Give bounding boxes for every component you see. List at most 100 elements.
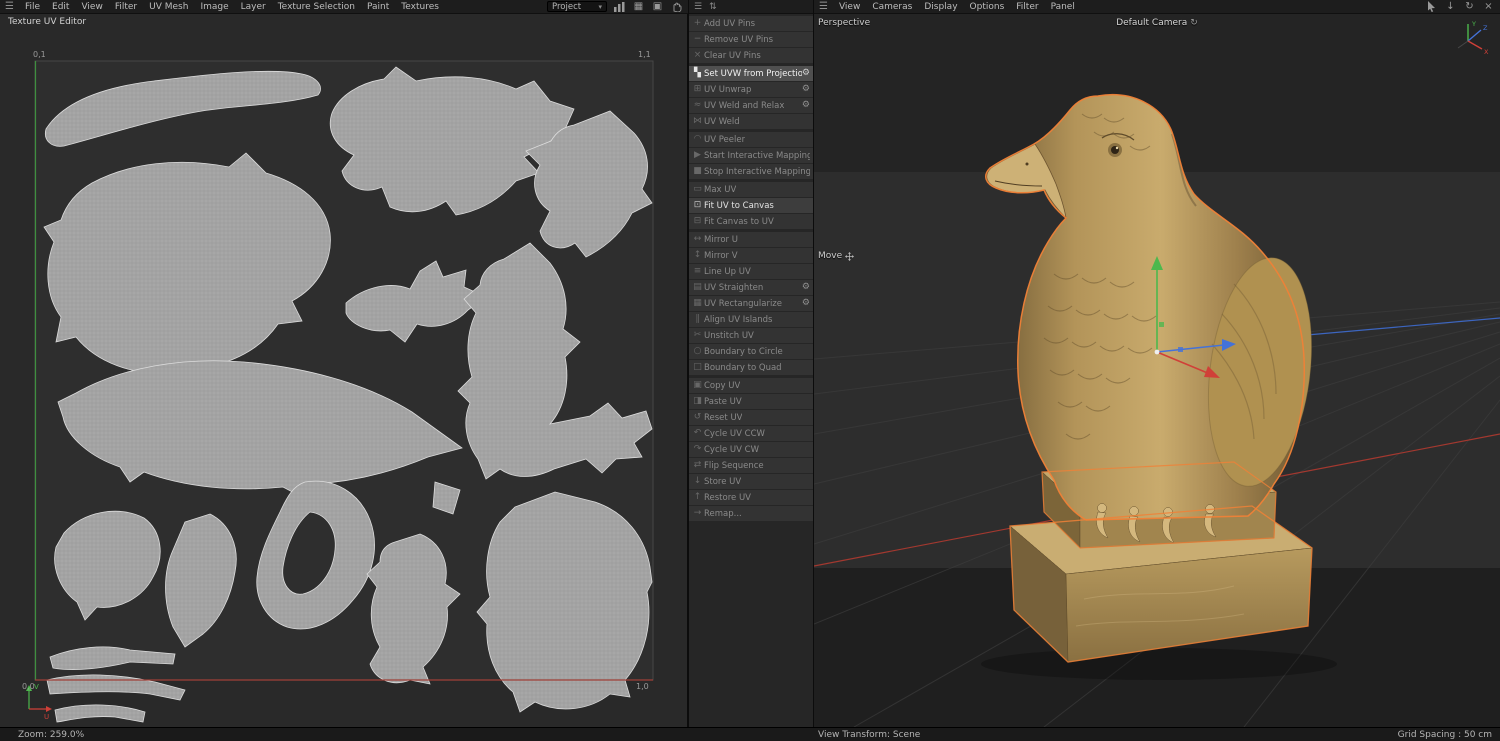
menu-item-uv-mesh[interactable]: UV Mesh <box>143 2 194 12</box>
gear-icon[interactable]: ⚙ <box>802 299 810 308</box>
uv-command-label: Mirror U <box>704 235 738 245</box>
menu-item-file[interactable]: File <box>19 2 46 12</box>
hand-icon[interactable] <box>670 1 683 13</box>
zoom-status: Zoom: 259.0% <box>18 730 84 740</box>
gear-icon[interactable]: ⚙ <box>802 85 810 94</box>
gizmo-center[interactable] <box>1155 350 1160 355</box>
menu-icon[interactable]: ☰ <box>0 1 19 12</box>
fit-uv-icon: ⊡ <box>691 201 704 210</box>
uv-command-label: Boundary to Quad <box>704 363 782 373</box>
3d-viewport[interactable]: Perspective Default Camera↻ Move Y Z X <box>814 14 1500 727</box>
uv-command-uv-rectangularize: ▦UV Rectangularize⚙ <box>689 296 813 311</box>
restore-icon: ↑ <box>691 493 704 502</box>
uv-command-label: Copy UV <box>704 381 740 391</box>
uv-canvas[interactable]: V U 0,1 1,1 0,0 1,0 <box>0 28 688 727</box>
uv-canvas-svg[interactable]: V U <box>0 28 688 727</box>
uv-command-stop-interactive-mapping: ■Stop Interactive Mapping <box>689 164 813 179</box>
project-dropdown-value: Project <box>552 2 581 12</box>
uv-command-clear-uv-pins: ×Clear UV Pins <box>689 48 813 63</box>
menu-item-display[interactable]: Display <box>918 2 963 12</box>
orientation-gizmo[interactable]: Y Z X <box>1448 17 1492 59</box>
tool-label: Move <box>818 251 854 261</box>
uv-command-label: Cycle UV CW <box>704 445 759 455</box>
uv-command-label: Start Interactive Mapping <box>704 151 810 161</box>
uv-command-set-uvw-from-projection[interactable]: ▚Set UVW from Projection⚙ <box>689 66 813 81</box>
uv-command-copy-uv: ▣Copy UV <box>689 378 813 393</box>
copy-icon: ▣ <box>691 381 704 390</box>
viewport-menubar: ☰ ViewCamerasDisplayOptionsFilterPanel ↓… <box>814 0 1500 14</box>
cycle-cw-icon: ↷ <box>691 445 704 454</box>
uv-command-fit-uv-to-canvas[interactable]: ⊡Fit UV to Canvas <box>689 198 813 213</box>
eagle-statue[interactable] <box>981 95 1337 680</box>
menu-item-filter[interactable]: Filter <box>1010 2 1044 12</box>
boundary-quad-icon: □ <box>691 363 704 372</box>
svg-text:Y: Y <box>1471 20 1476 28</box>
gear-icon[interactable]: ⚙ <box>802 101 810 110</box>
line-up-icon: ≡ <box>691 267 704 276</box>
uv-command-label: Fit Canvas to UV <box>704 217 774 227</box>
menu-item-cameras[interactable]: Cameras <box>866 2 918 12</box>
project-dropdown[interactable]: Project ▾ <box>547 1 607 12</box>
uv-corner-top-right: 1,1 <box>638 50 651 59</box>
sort-icon[interactable]: ⇅ <box>709 2 717 12</box>
uv-command-label: Max UV <box>704 185 736 195</box>
menu-item-textures[interactable]: Textures <box>395 2 445 12</box>
menu-icon[interactable]: ☰ <box>814 1 833 12</box>
straighten-icon: ▤ <box>691 283 704 292</box>
histogram-icon[interactable] <box>613 1 626 13</box>
menu-item-edit[interactable]: Edit <box>46 2 75 12</box>
gear-icon[interactable]: ⚙ <box>802 283 810 292</box>
menu-item-filter[interactable]: Filter <box>109 2 143 12</box>
uv-command-label: Unstitch UV <box>704 331 754 341</box>
grid-icon[interactable]: ▦ <box>632 1 645 13</box>
texture-uv-editor-panel: Texture UV Editor <box>0 14 688 727</box>
uv-command-label: Set UVW from Projection <box>704 69 802 79</box>
uv-command-label: Reset UV <box>704 413 742 423</box>
uv-command-label: Line Up UV <box>704 267 751 277</box>
gizmo-plane-handle-green[interactable] <box>1159 322 1164 327</box>
viewport-menu: ViewCamerasDisplayOptionsFilterPanel <box>833 2 1081 12</box>
uv-command-line-up-uv: ≡Line Up UV <box>689 264 813 279</box>
uv-command-label: Clear UV Pins <box>704 51 761 61</box>
uv-command-start-interactive-mapping: ▶Start Interactive Mapping <box>689 148 813 163</box>
menu-item-view[interactable]: View <box>75 2 108 12</box>
uv-command-group: ▣Copy UV◨Paste UV↺Reset UV↶Cycle UV CCW↷… <box>689 378 813 521</box>
weld-relax-icon: ≈ <box>691 101 704 110</box>
menu-item-layer[interactable]: Layer <box>235 2 272 12</box>
menu-item-texture-selection[interactable]: Texture Selection <box>272 2 361 12</box>
package-icon[interactable]: ▣ <box>651 1 664 13</box>
view-transform-status: View Transform: Scene <box>818 730 920 740</box>
uv-command-label: Boundary to Circle <box>704 347 783 357</box>
menu-icon[interactable]: ☰ <box>694 2 702 12</box>
pin-add-icon: + <box>691 19 704 28</box>
uv-command-unstitch-uv: ✂Unstitch UV <box>689 328 813 343</box>
uv-corner-top-left: 0,1 <box>33 50 46 59</box>
rotate-icon[interactable]: ↻ <box>1463 1 1476 13</box>
uv-command-label: Stop Interactive Mapping <box>704 167 810 177</box>
gear-icon[interactable]: ⚙ <box>802 69 810 78</box>
svg-text:Z: Z <box>1483 24 1488 32</box>
uv-command-max-uv: ▭Max UV <box>689 182 813 197</box>
uv-corner-bottom-right: 1,0 <box>636 682 649 691</box>
uv-editor-menubar: ☰ FileEditViewFilterUV MeshImageLayerTex… <box>0 0 688 14</box>
menu-item-view[interactable]: View <box>833 2 866 12</box>
menu-item-paint[interactable]: Paint <box>361 2 395 12</box>
uv-command-label: Fit UV to Canvas <box>704 201 774 211</box>
menu-item-panel[interactable]: Panel <box>1045 2 1081 12</box>
uv-command-remove-uv-pins: −Remove UV Pins <box>689 32 813 47</box>
menu-item-options[interactable]: Options <box>964 2 1011 12</box>
uv-command-flip-sequence: ⇄Flip Sequence <box>689 458 813 473</box>
uv-commands-panel: ☰ ⇅ +Add UV Pins −Remove UV Pins×Clear UV… <box>688 0 814 727</box>
close-icon[interactable]: × <box>1482 1 1495 13</box>
boundary-circle-icon: ○ <box>691 347 704 356</box>
uv-island <box>477 492 652 712</box>
uv-command-fit-canvas-to-uv: ⊟Fit Canvas to UV <box>689 214 813 229</box>
menu-item-image[interactable]: Image <box>194 2 234 12</box>
uv-command-label: Add UV Pins <box>704 19 755 29</box>
uv-command-uv-weld-and-relax: ≈UV Weld and Relax⚙ <box>689 98 813 113</box>
down-arrow-icon[interactable]: ↓ <box>1444 1 1457 13</box>
svg-text:X: X <box>1484 48 1489 56</box>
statue-shadow <box>981 648 1337 680</box>
cursor-icon[interactable] <box>1425 1 1438 13</box>
uv-editor-menu: FileEditViewFilterUV MeshImageLayerTextu… <box>19 2 445 12</box>
